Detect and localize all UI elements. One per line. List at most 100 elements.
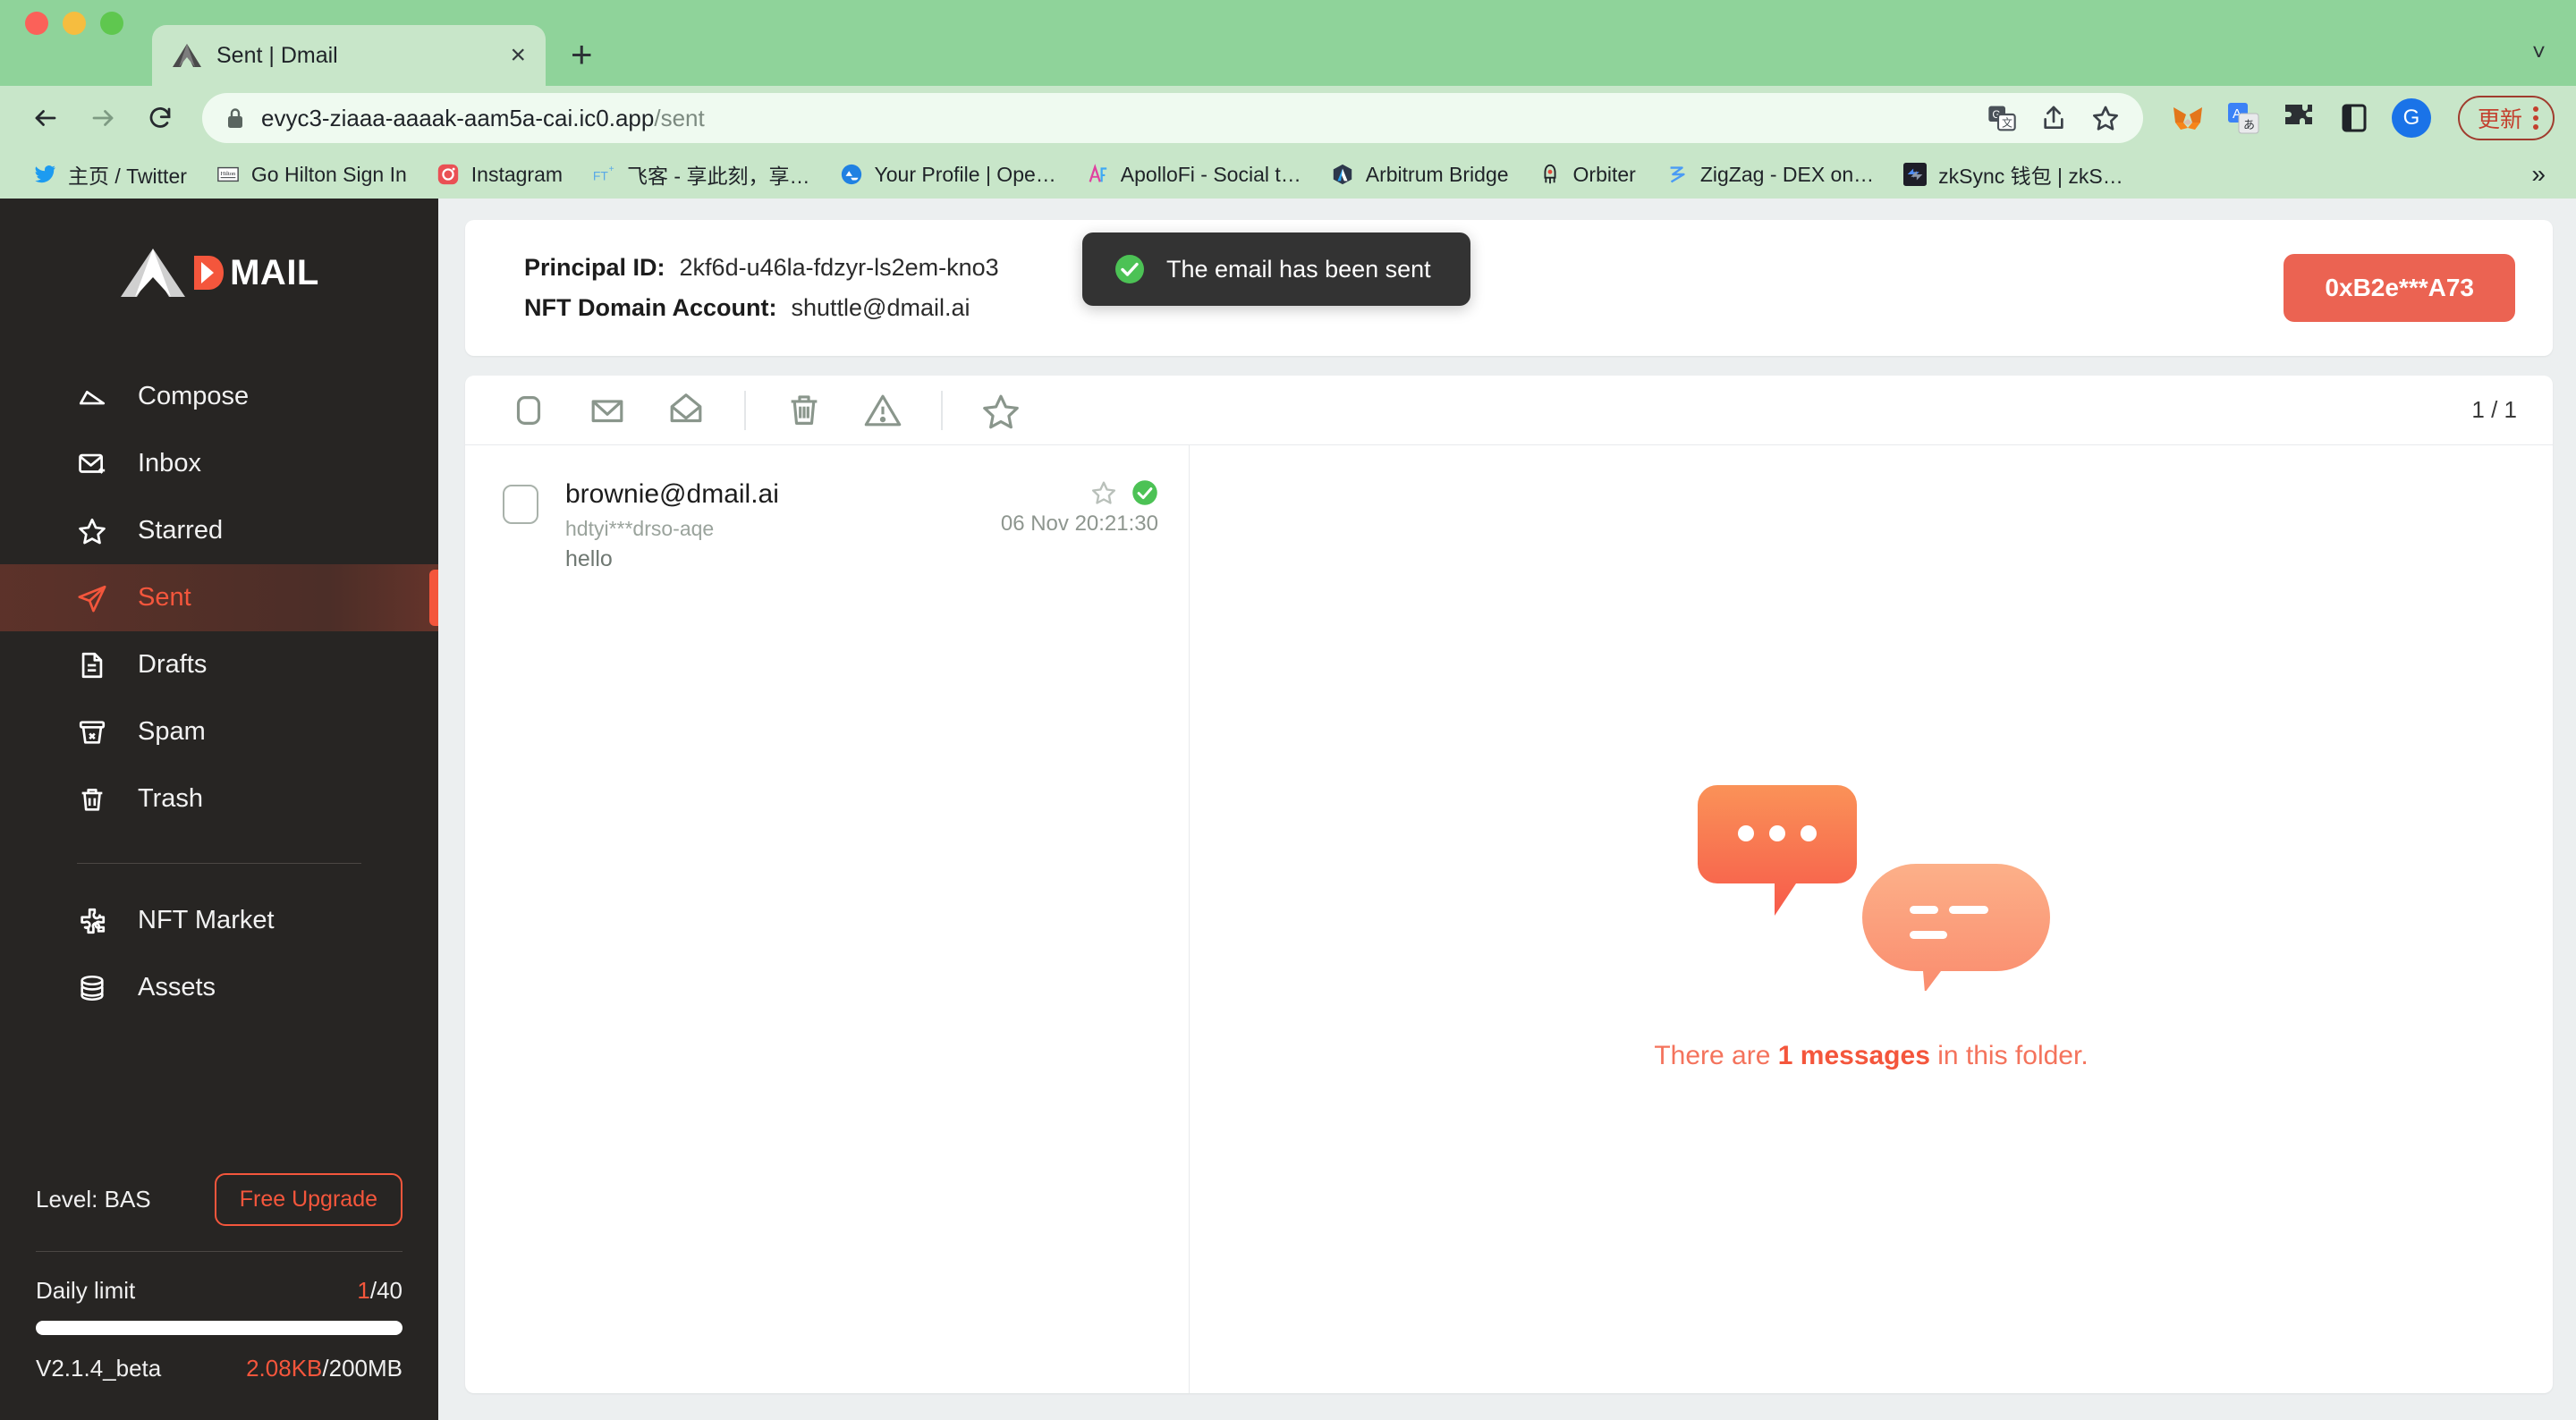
bookmarks-bar: 主页 / Twitter Hilton Go Hilton Sign In In…: [0, 150, 2576, 199]
browser-menu-icon[interactable]: [2533, 106, 2538, 130]
star-icon[interactable]: [980, 390, 1021, 431]
sidebar-item-label: Assets: [138, 973, 216, 1002]
chevron-down-icon[interactable]: ˅: [2532, 38, 2546, 66]
side-panel-icon[interactable]: [2336, 100, 2372, 136]
daily-limit-row: Daily limit 1/40: [36, 1277, 402, 1321]
inbox-icon: [79, 453, 106, 474]
account-card: Principal ID: 2kf6d-u46la-fdzyr-ls2em-kn…: [465, 220, 2553, 356]
toast-message: The email has been sent: [1166, 255, 1431, 283]
svg-text:文: 文: [2002, 115, 2012, 129]
report-spam-icon[interactable]: [862, 390, 903, 431]
sidebar-item-spam[interactable]: Spam: [0, 698, 438, 765]
sidebar-item-sent[interactable]: Sent: [0, 564, 438, 631]
bookmark-apollofi[interactable]: ApolloFi - Social t…: [1074, 156, 1312, 192]
free-upgrade-button[interactable]: Free Upgrade: [214, 1173, 402, 1226]
empty-state-text: There are 1 messages in this folder.: [1654, 1041, 2088, 1071]
mail-date: 06 Nov 20:21:30: [1000, 511, 1158, 536]
sidebar-item-trash[interactable]: Trash: [0, 765, 438, 833]
bookmark-label: 主页 / Twitter: [68, 165, 187, 188]
speech-bubbles-icon: [1698, 785, 2050, 991]
progress-fill: [36, 1321, 402, 1335]
coins-icon: [80, 975, 104, 1001]
version-label: V2.1.4_beta: [36, 1355, 162, 1382]
sidebar-item-label: Starred: [138, 516, 224, 545]
mail-row-checkbox[interactable]: [503, 485, 538, 524]
dmail-logo-icon: [121, 249, 186, 297]
mail-row-text: brownie@dmail.ai hdtyi***drso-aqe: [565, 479, 779, 541]
bookmarks-overflow-button[interactable]: »: [2531, 160, 2555, 189]
bookmark-zigzag[interactable]: ZigZag - DEX on…: [1654, 156, 1885, 192]
daily-limit-total: /40: [369, 1277, 402, 1304]
mark-read-icon[interactable]: [665, 390, 707, 431]
sidebar-item-assets[interactable]: Assets: [0, 954, 438, 1021]
bookmark-star-icon[interactable]: [2091, 104, 2120, 132]
japanese-translate-icon[interactable]: A あ: [2225, 100, 2261, 136]
sidebar-item-starred[interactable]: Starred: [0, 497, 438, 564]
toolbar-divider: [744, 390, 746, 430]
forward-button[interactable]: [79, 94, 127, 142]
feike-icon: FT +: [591, 162, 616, 187]
url-path: /sent: [654, 104, 705, 131]
bookmark-instagram[interactable]: Instagram: [425, 156, 573, 192]
star-icon[interactable]: [1090, 479, 1117, 506]
new-tab-button[interactable]: +: [571, 36, 593, 73]
back-button[interactable]: [21, 94, 70, 142]
tab-title: Sent | Dmail: [216, 42, 338, 68]
bookmark-zksync[interactable]: zkSync 钱包 | zkS…: [1892, 154, 2134, 195]
sidebar-item-compose[interactable]: Compose: [0, 363, 438, 430]
sidebar-item-drafts[interactable]: Drafts: [0, 631, 438, 698]
sidebar-item-nft-market[interactable]: NFT Market: [0, 887, 438, 954]
extensions-puzzle-icon[interactable]: [2281, 100, 2317, 136]
profile-avatar[interactable]: G: [2391, 98, 2431, 138]
sidebar-item-label: Sent: [138, 583, 191, 612]
share-icon[interactable]: [2039, 104, 2068, 132]
minimize-window-button[interactable]: [63, 12, 86, 35]
mail-body: brownie@dmail.ai hdtyi***drso-aqe 06 Nov…: [465, 445, 2553, 1393]
mail-panel: 1 / 1 brownie@dmail.ai hdtyi***drso-aqe: [465, 376, 2553, 1393]
logo-d-icon: [194, 256, 225, 290]
bookmark-twitter[interactable]: 主页 / Twitter: [21, 154, 198, 195]
svg-text:Hilton: Hilton: [221, 171, 236, 177]
hilton-icon: Hilton: [216, 162, 241, 187]
delete-icon[interactable]: [784, 390, 825, 431]
mail-row-content: brownie@dmail.ai hdtyi***drso-aqe 06 Nov…: [565, 479, 1158, 572]
app-logo[interactable]: MAIL: [0, 245, 438, 363]
tab-strip: Sent | Dmail × + ˅: [0, 0, 2576, 86]
mail-list: brownie@dmail.ai hdtyi***drso-aqe 06 Nov…: [465, 445, 1190, 1393]
close-tab-button[interactable]: ×: [510, 42, 526, 69]
dmail-app: MAIL Compose Inbox Starred Sent Drafts S…: [0, 199, 2576, 1420]
reload-button[interactable]: [136, 94, 184, 142]
sidebar-item-label: Trash: [138, 784, 204, 813]
translate-icon[interactable]: G 文: [1987, 104, 2016, 132]
maximize-window-button[interactable]: [100, 12, 123, 35]
bookmark-label: Your Profile | Ope…: [874, 162, 1056, 186]
sidebar-item-inbox[interactable]: Inbox: [0, 430, 438, 497]
metamask-icon[interactable]: [2170, 100, 2206, 136]
sidebar-item-label: Spam: [138, 717, 206, 746]
bookmark-hilton[interactable]: Hilton Go Hilton Sign In: [205, 156, 418, 192]
update-button[interactable]: 更新: [2457, 96, 2555, 140]
lock-icon: [228, 108, 242, 128]
mail-list-item[interactable]: brownie@dmail.ai hdtyi***drso-aqe 06 Nov…: [465, 445, 1189, 599]
nft-domain-label: NFT Domain Account:: [524, 294, 777, 321]
browser-tab[interactable]: Sent | Dmail ×: [152, 25, 546, 86]
close-window-button[interactable]: [25, 12, 48, 35]
sidebar-item-label: NFT Market: [138, 906, 275, 934]
drafts-icon: [81, 652, 103, 678]
bookmark-opensea[interactable]: Your Profile | Ope…: [828, 156, 1067, 192]
app-logo-text: MAIL: [230, 252, 319, 292]
select-all-checkbox[interactable]: [508, 390, 549, 431]
browser-toolbar: evyc3-ziaaa-aaaak-aam5a-cai.ic0.app/sent…: [0, 86, 2576, 150]
wallet-address-button[interactable]: 0xB2e***A73: [2284, 254, 2515, 322]
daily-limit-progress: [36, 1321, 402, 1335]
url-text: evyc3-ziaaa-aaaak-aam5a-cai.ic0.app/sent: [261, 105, 705, 132]
address-bar[interactable]: evyc3-ziaaa-aaaak-aam5a-cai.ic0.app/sent…: [202, 93, 2143, 143]
zigzag-icon: [1665, 162, 1690, 187]
mark-unread-icon[interactable]: [587, 390, 628, 431]
bookmark-arbitrum[interactable]: Arbitrum Bridge: [1319, 156, 1520, 192]
compose-icon: [79, 390, 106, 404]
bookmark-feike[interactable]: FT + 飞客 - 享此刻，享…: [580, 154, 820, 195]
bookmark-orbiter[interactable]: Orbiter: [1527, 156, 1647, 192]
storage-total: /200MB: [322, 1355, 402, 1382]
svg-text:FT: FT: [593, 169, 608, 183]
